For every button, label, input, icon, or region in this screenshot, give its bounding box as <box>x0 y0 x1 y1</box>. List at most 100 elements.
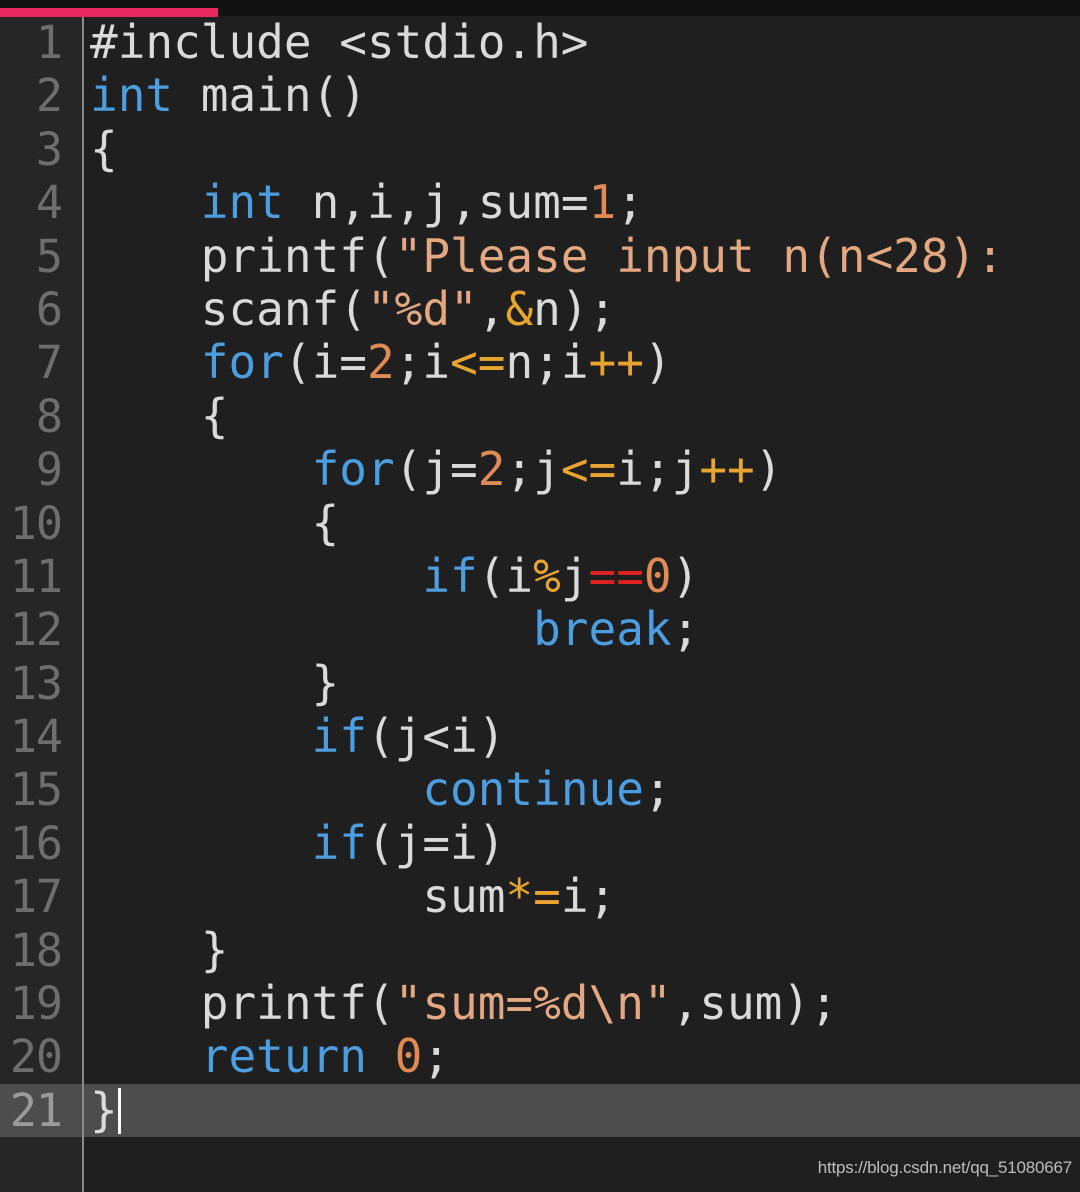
code-token-plain: (i= <box>283 335 367 390</box>
line-number[interactable]: 11 <box>0 550 63 603</box>
code-line-row[interactable]: 6 scanf("%d",&n); <box>0 281 1080 336</box>
code-token-plain: } <box>90 922 229 977</box>
code-token-kw: for <box>311 442 395 497</box>
line-number[interactable]: 2 <box>0 69 63 122</box>
code-token-plain: (j<i) <box>366 709 506 764</box>
code-line-row[interactable]: 10 { <box>0 495 1080 550</box>
code-line-text[interactable]: return 0; <box>90 1030 450 1083</box>
code-token-str: "sum=%d\n" <box>394 976 672 1031</box>
code-line-row[interactable]: 11 if(i%j==0) <box>0 548 1080 603</box>
code-line-text[interactable]: int main() <box>90 69 367 122</box>
code-line-text[interactable]: int n,i,j,sum=1; <box>90 175 644 230</box>
code-line-text[interactable]: sum*=i; <box>90 870 616 923</box>
code-token-op: % <box>533 548 561 603</box>
code-line-text[interactable]: for(j=2;j<=i;j++) <box>90 442 783 497</box>
code-token-plain: ;j <box>505 442 561 497</box>
line-number[interactable]: 19 <box>0 977 63 1030</box>
code-token-plain: i;j <box>616 442 700 497</box>
line-number[interactable]: 3 <box>0 123 63 176</box>
code-line-row[interactable]: 21} <box>0 1082 1080 1138</box>
code-line-row[interactable]: 14 if(j<i) <box>0 709 1080 764</box>
code-token-num: 1 <box>588 175 617 230</box>
line-number[interactable]: 4 <box>0 176 63 229</box>
line-number[interactable]: 6 <box>0 283 63 336</box>
line-number[interactable]: 17 <box>0 870 63 923</box>
line-number[interactable]: 15 <box>0 763 63 816</box>
code-token-plain: , <box>477 281 506 336</box>
line-number[interactable]: 16 <box>0 817 63 870</box>
code-token-kw: break <box>533 602 672 657</box>
code-token-kw: if <box>311 815 367 870</box>
code-line-row[interactable]: 12 break; <box>0 603 1080 657</box>
code-line-text[interactable]: for(i=2;i<=n;i++) <box>90 336 672 389</box>
code-token-plain: ,sum); <box>671 976 838 1031</box>
code-token-plain: } <box>90 1082 118 1137</box>
code-token-plain: ; <box>616 175 644 230</box>
code-line-text[interactable]: { <box>90 495 340 550</box>
code-line-row[interactable]: 18 } <box>0 922 1080 977</box>
code-line-row[interactable]: 13 } <box>0 655 1080 710</box>
code-token-plain: { <box>90 388 229 443</box>
code-line-text[interactable]: printf("sum=%d\n",sum); <box>90 976 838 1031</box>
code-line-row[interactable]: 3{ <box>0 122 1080 176</box>
code-line-text[interactable]: break; <box>90 603 699 656</box>
code-line-row[interactable]: 19 printf("sum=%d\n",sum); <box>0 976 1080 1031</box>
code-token-plain: ; <box>643 762 672 817</box>
line-number[interactable]: 18 <box>0 924 63 977</box>
code-line-row[interactable]: 1 #include <stdio.h> <box>0 15 1080 69</box>
code-line-text[interactable]: if(i%j==0) <box>90 548 699 603</box>
line-number[interactable]: 12 <box>0 603 63 656</box>
line-number[interactable]: 9 <box>0 443 63 496</box>
code-line-text[interactable]: } <box>90 655 340 710</box>
code-line-text[interactable]: } <box>90 922 229 977</box>
code-line-row[interactable]: 17 sum*=i; <box>0 870 1080 924</box>
code-token-kw: return <box>200 1029 367 1084</box>
code-line-row[interactable]: 5 printf("Please input n(n<28): <box>0 229 1080 283</box>
code-line-text[interactable]: if(j=i) <box>90 815 506 870</box>
code-line-row[interactable]: 20 return 0; <box>0 1030 1080 1084</box>
line-number[interactable]: 13 <box>0 657 63 710</box>
line-number[interactable]: 7 <box>0 336 63 389</box>
code-line-text[interactable]: scanf("%d",&n); <box>90 281 616 336</box>
code-line-text[interactable]: if(j<i) <box>90 709 506 764</box>
code-token-plain: main() <box>173 68 367 123</box>
code-token-kw: for <box>200 335 284 390</box>
code-line-row[interactable]: 16 if(j=i) <box>0 815 1080 870</box>
code-token-plain: { <box>90 495 340 550</box>
code-token-plain: } <box>90 655 340 710</box>
line-number[interactable]: 10 <box>0 497 63 550</box>
code-line-row[interactable]: 2 int main() <box>0 69 1080 123</box>
code-lines-container[interactable]: 1 #include <stdio.h> 2 int main() 3{4 int n,… <box>0 15 1080 1138</box>
code-line-text[interactable]: } <box>90 1082 121 1137</box>
code-token-plain: n;i <box>505 335 589 390</box>
line-number[interactable]: 20 <box>0 1030 63 1083</box>
code-token-kw: if <box>311 709 367 764</box>
code-line-row[interactable]: 7 for(i=2;i<=n;i++) <box>0 336 1080 390</box>
code-line-text[interactable]: continue; <box>90 762 672 817</box>
code-token-plain: ) <box>643 335 672 390</box>
line-number[interactable]: 1 <box>0 16 63 69</box>
code-token-num: 2 <box>366 335 395 390</box>
code-token-plain: (j=i) <box>366 815 506 870</box>
code-line-background <box>0 123 1080 176</box>
line-number[interactable]: 14 <box>0 710 63 763</box>
line-number[interactable]: 8 <box>0 390 63 443</box>
code-line-text[interactable]: printf("Please input n(n<28): <box>90 229 1004 283</box>
code-line-row[interactable]: 4 int n,i,j,sum=1; <box>0 175 1080 230</box>
code-token-plain: i; <box>560 869 617 924</box>
code-line-row[interactable]: 8 { <box>0 388 1080 443</box>
code-token-plain: (i <box>477 548 534 603</box>
code-line-text[interactable]: { <box>90 122 118 176</box>
code-line-text[interactable]: { <box>90 388 229 443</box>
code-line-text[interactable]: #include <stdio.h> <box>90 15 589 69</box>
code-line-row[interactable]: 9 for(j=2;j<=i;j++) <box>0 442 1080 497</box>
code-line-row[interactable]: 15 continue; <box>0 762 1080 817</box>
watermark-text: https://blog.csdn.net/qq_51080667 <box>817 1158 1072 1177</box>
line-number[interactable]: 21 <box>0 1084 63 1137</box>
code-token-plain: n,i,j,sum= <box>283 175 589 230</box>
line-number[interactable]: 5 <box>0 230 63 283</box>
